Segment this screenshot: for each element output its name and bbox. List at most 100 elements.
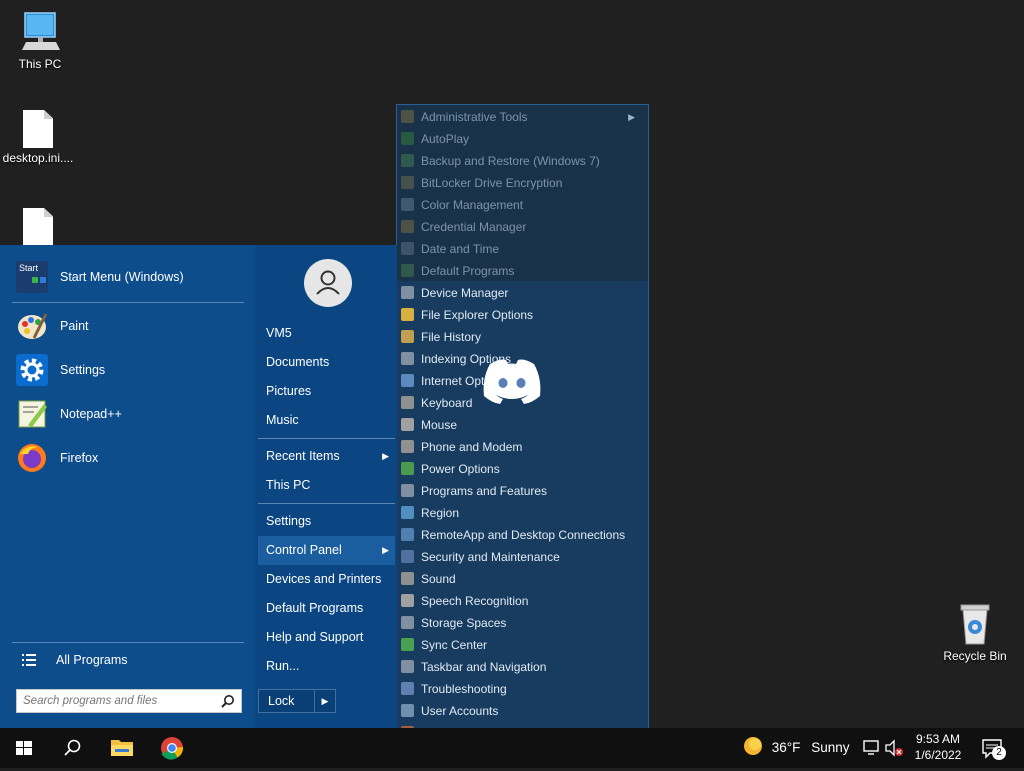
right-item-control-panel[interactable]: Control Panel ▶ [258,536,395,565]
notification-badge: 2 [992,746,1006,760]
control-panel-item[interactable]: File Explorer Options [401,304,641,326]
control-panel-item[interactable]: Programs and Features [401,480,641,502]
desktop-icon-desktop-ini[interactable]: desktop.ini.... [0,110,78,165]
control-panel-item[interactable]: Default Programs [401,260,641,282]
search-icon[interactable] [221,694,235,708]
control-panel-item[interactable]: RemoteApp and Desktop Connections [401,524,641,546]
network-icon[interactable] [862,738,882,758]
right-item-devices-printers[interactable]: Devices and Printers [258,565,395,594]
pinned-label: Notepad++ [60,407,122,421]
control-panel-item[interactable]: Device Manager [401,282,641,304]
control-panel-item-icon [401,396,414,409]
control-panel-item-label: Storage Spaces [421,616,507,630]
desktop-icon-file-2[interactable] [0,208,78,246]
control-panel-item[interactable]: Administrative Tools ▶ [401,106,641,128]
start-button[interactable] [0,728,48,768]
control-panel-item-label: Region [421,506,460,520]
taskbar-chrome[interactable] [148,728,196,768]
control-panel-item-icon [401,198,414,211]
chrome-icon [161,737,184,760]
control-panel-item[interactable]: Power Options [401,458,641,480]
right-item-default-programs[interactable]: Default Programs [258,594,395,623]
control-panel-item[interactable]: BitLocker Drive Encryption [401,172,641,194]
control-panel-item-icon [401,330,414,343]
control-panel-item-icon [401,528,414,541]
clock[interactable]: 9:53 AM 1/6/2022 [906,731,970,763]
right-item-help-support[interactable]: Help and Support [258,623,395,652]
control-panel-item[interactable]: AutoPlay [401,128,641,150]
pinned-notepadpp[interactable]: Notepad++ [12,392,244,436]
control-panel-item[interactable]: Security and Maintenance [401,546,641,568]
control-panel-item[interactable]: Sync Center [401,634,641,656]
control-panel-item-label: User Accounts [421,704,499,718]
control-panel-item-label: Speech Recognition [421,594,529,608]
control-panel-item-icon [401,616,414,629]
divider [258,438,395,439]
control-panel-item[interactable]: Storage Spaces [401,612,641,634]
control-panel-item-label: Sync Center [421,638,488,652]
control-panel-item-icon [401,176,414,189]
right-item-settings[interactable]: Settings [258,507,395,536]
weather-widget[interactable]: 36°F Sunny [742,728,849,768]
control-panel-item-label: Device Manager [421,286,509,300]
desktop-icon-label: desktop.ini.... [2,151,74,165]
control-panel-item-icon [401,462,414,475]
list-icon [22,654,36,666]
user-icon [316,270,340,295]
taskbar: 36°F Sunny 9:53 AM 1/6/2022 2 [0,728,1024,768]
control-panel-item-icon [401,418,414,431]
clock-date: 1/6/2022 [914,748,962,762]
chevron-right-icon[interactable]: ▶ [314,690,335,712]
taskbar-file-explorer[interactable] [98,728,146,768]
control-panel-item[interactable]: Mouse [401,414,641,436]
notepadpp-icon [18,400,47,428]
control-panel-item[interactable]: Date and Time [401,238,641,260]
control-panel-item[interactable]: Troubleshooting [401,678,641,700]
action-center-button[interactable]: 2 [980,736,1008,762]
paint-icon [18,313,48,339]
control-panel-item-label: Mouse [421,418,458,432]
control-panel-item[interactable]: Speech Recognition [401,590,641,612]
right-item-music[interactable]: Music [258,406,395,435]
pinned-settings[interactable]: Settings [12,348,244,392]
control-panel-item-label: Troubleshooting [421,682,507,696]
right-item-vm5[interactable]: VM5 [258,319,395,348]
control-panel-item[interactable]: Phone and Modem [401,436,641,458]
desktop-icon-label: This PC [18,57,62,71]
control-panel-item[interactable]: File History [401,326,641,348]
file-icon [23,110,53,148]
right-item-pictures[interactable]: Pictures [258,377,395,406]
control-panel-item[interactable]: Backup and Restore (Windows 7) [401,150,641,172]
control-panel-item-icon [401,264,414,277]
pinned-firefox[interactable]: Firefox [12,436,244,480]
lock-button[interactable]: Lock ▶ [258,689,336,713]
search-box [16,689,242,713]
all-programs-button[interactable]: All Programs [16,647,244,673]
control-panel-item[interactable]: User Accounts [401,700,641,722]
desktop-icon-recycle-bin[interactable]: Recycle Bin [935,602,1015,663]
volume-muted-icon[interactable] [884,738,904,758]
chevron-right-icon: ▶ [628,112,635,122]
control-panel-item[interactable]: Color Management [401,194,641,216]
right-item-documents[interactable]: Documents [258,348,395,377]
firefox-icon [18,444,46,472]
pinned-start-menu-windows[interactable]: Start Start Menu (Windows) [12,255,244,299]
control-panel-item[interactable]: Credential Manager [401,216,641,238]
right-item-recent-items[interactable]: Recent Items ▶ [258,442,395,471]
right-item-run[interactable]: Run... [258,652,395,681]
control-panel-item[interactable]: Region [401,502,641,524]
user-avatar[interactable] [304,259,352,307]
control-panel-item[interactable]: Sound [401,568,641,590]
taskbar-search-button[interactable] [48,728,96,768]
desktop-icon-this-pc[interactable]: This PC [0,10,80,71]
right-item-this-pc[interactable]: This PC [258,471,395,500]
pinned-paint[interactable]: Paint [12,304,244,348]
start-icon-text: Start [19,263,39,273]
control-panel-label: Control Panel [266,543,342,557]
search-input[interactable] [17,690,219,712]
sun-icon [744,737,762,755]
divider [12,302,244,303]
control-panel-item[interactable]: Taskbar and Navigation [401,656,641,678]
start-menu-icon: Start [16,261,48,293]
control-panel-item-label: File History [421,330,482,344]
